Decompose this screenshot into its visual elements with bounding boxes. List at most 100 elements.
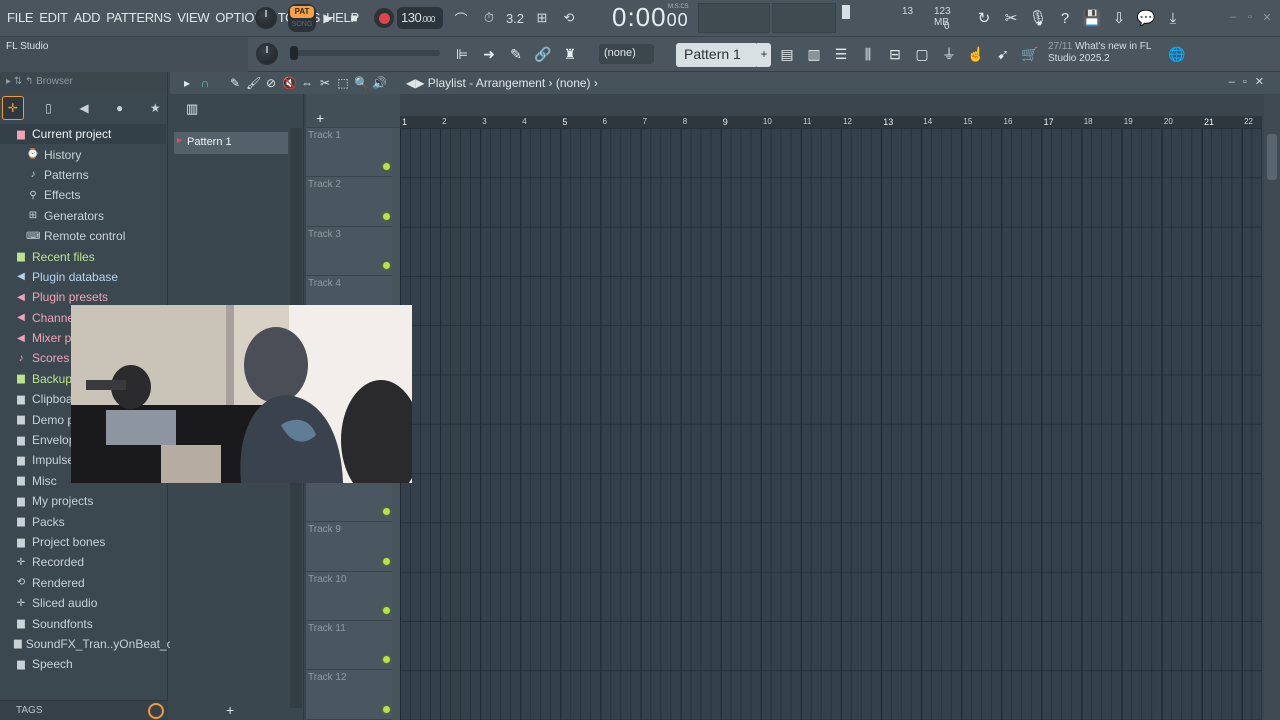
play-button[interactable]: ▶ — [318, 8, 338, 28]
master-pitch-knob[interactable] — [256, 43, 278, 65]
arrangement-grid[interactable] — [400, 128, 1262, 720]
online-tab-icon[interactable]: ● — [109, 96, 131, 120]
help-icon[interactable]: ? — [1053, 5, 1077, 31]
pencil-icon[interactable]: ✎ — [505, 43, 527, 65]
track-header[interactable]: Track 11 — [306, 621, 392, 671]
maximize-icon[interactable]: ▫ — [1243, 11, 1257, 25]
channel-rack-icon[interactable]: ☰ — [830, 43, 852, 65]
browser-item-soundfx-tran-yonbeat-com[interactable]: ▆ SoundFX_Tran..yOnBeat_com — [0, 634, 189, 654]
track-mute-led[interactable] — [383, 656, 390, 664]
slice-tool-icon[interactable]: ✂ — [318, 76, 332, 90]
microphone-icon[interactable]: 🎙 — [1026, 5, 1050, 31]
scroll-thumb[interactable] — [1267, 134, 1277, 180]
export-icon[interactable]: ⇩ — [1107, 5, 1131, 31]
master-volume-knob[interactable] — [255, 7, 277, 29]
track-header[interactable]: Track 12 — [306, 670, 392, 720]
add-picker-button[interactable]: + — [226, 702, 234, 718]
track-header[interactable]: Track 3 — [306, 226, 392, 276]
browser-item-project-bones[interactable]: ▆ Project bones — [0, 532, 166, 552]
playlist-scrollbar[interactable] — [1264, 94, 1280, 720]
step-edit-icon[interactable]: ⊞ — [531, 7, 553, 29]
browser-item-packs[interactable]: ▆ Packs — [0, 511, 166, 531]
news-panel[interactable]: 27/11 What's new in FL Studio 2025.2 — [1048, 41, 1151, 65]
browser-item-speech[interactable]: ▆ Speech — [0, 654, 166, 674]
shop-icon[interactable]: 🛒 — [1019, 43, 1041, 65]
menu-arrow-icon[interactable]: ▸ — [180, 76, 194, 90]
touch-keyboard-icon[interactable]: ☝ — [965, 43, 987, 65]
all-tab-icon[interactable]: ✛ — [2, 96, 24, 120]
menu-edit[interactable]: EDIT — [36, 10, 70, 25]
select-tool-icon[interactable]: ⬚ — [336, 76, 350, 90]
mute-tool-icon[interactable]: 🔇 — [282, 76, 297, 90]
record-button[interactable] — [374, 8, 394, 28]
stamp-icon[interactable]: ♜ — [559, 43, 581, 65]
delete-tool-icon[interactable]: ⊘ — [264, 76, 278, 90]
piano-roll-window-icon[interactable]: ▥ — [803, 43, 825, 65]
draw-tool-icon[interactable]: ✎ — [228, 76, 242, 90]
timeline-ruler[interactable]: 1 2 3 4 5 6 7 8 9 10 11 12 13 14 15 16 17 18 19 20 21 22 — [400, 116, 1262, 128]
playback-tool-icon[interactable]: 🔊 — [372, 76, 387, 90]
cut-icon[interactable]: ✂ — [999, 5, 1023, 31]
tempo-tapper-icon[interactable]: ➹ — [992, 43, 1014, 65]
menu-file[interactable]: FILE — [4, 10, 36, 25]
mixer-icon[interactable]: ⫼ — [857, 43, 879, 65]
browser-item-recorded[interactable]: ✛ Recorded — [0, 552, 166, 572]
wait-for-input-icon[interactable]: ⏱ — [478, 7, 500, 29]
file-tab-icon[interactable]: ▯ — [38, 96, 60, 120]
track-mute-led[interactable] — [383, 212, 390, 220]
minimize-icon[interactable]: – — [1226, 11, 1240, 25]
track-mute-led[interactable] — [383, 606, 390, 614]
chat-icon[interactable]: 💬 — [1134, 5, 1158, 31]
browser-item-generators[interactable]: ⊞ Generators — [0, 206, 166, 226]
track-mute-led[interactable] — [383, 261, 390, 269]
playlist-icon[interactable]: ▤ — [776, 43, 798, 65]
zoom-tool-icon[interactable]: 🔍 — [354, 76, 369, 90]
browser-item-sliced-audio[interactable]: ✛ Sliced audio — [0, 593, 166, 613]
stop-button[interactable]: ■ — [344, 8, 364, 28]
browser-item-my-projects[interactable]: ▆ My projects — [0, 491, 166, 511]
track-header[interactable]: Track 1 — [306, 128, 392, 178]
tempo-field[interactable]: 130.000 — [397, 7, 443, 29]
track-header[interactable]: Track 2 — [306, 177, 392, 227]
metronome-icon[interactable]: ⌒ — [450, 7, 472, 29]
countdown-icon[interactable]: 3.2 — [504, 7, 526, 29]
browser-item-recent-files[interactable]: ▆ Recent files — [0, 246, 166, 266]
project-info-icon[interactable]: ▢ — [911, 43, 933, 65]
pat-song-toggle[interactable]: PAT SONG — [288, 4, 316, 32]
snap-selector[interactable]: (none) — [599, 44, 654, 64]
pattern-item[interactable]: Pattern 1 — [174, 132, 288, 154]
undo-icon[interactable]: ↻ — [972, 5, 996, 31]
arrangement-name[interactable]: (none) — [556, 76, 591, 90]
browser-item-plugin-database[interactable]: ◀ Plugin database — [0, 267, 166, 287]
add-track-button[interactable]: + — [316, 110, 324, 126]
slip-tool-icon[interactable]: ⇔ — [300, 76, 314, 90]
add-pattern-button[interactable]: + — [757, 43, 771, 67]
playlist-window-controls[interactable]: –▫✕ — [1229, 75, 1272, 88]
browser-item-effects[interactable]: ⚲ Effects — [0, 185, 166, 205]
piano-icon[interactable]: ▥ — [170, 94, 303, 124]
arrow-icon[interactable]: ➜ — [478, 43, 500, 65]
menu-add[interactable]: ADD — [71, 10, 104, 25]
track-mute-led[interactable] — [383, 508, 390, 516]
browser-item-patterns[interactable]: ♪ Patterns — [0, 165, 166, 185]
globe-icon[interactable]: 🌐 — [1166, 43, 1188, 65]
plugin-icon[interactable]: ⏚ — [938, 43, 960, 65]
pattern-selector[interactable]: Pattern 1 — [676, 43, 758, 67]
loop-record-icon[interactable]: ⟲ — [558, 7, 580, 29]
track-header[interactable]: Track 9 — [306, 522, 392, 572]
track-mute-led[interactable] — [383, 163, 390, 171]
download-icon[interactable]: ⤓ — [1161, 5, 1185, 31]
menu-view[interactable]: VIEW — [174, 10, 212, 25]
master-volume-slider[interactable] — [290, 46, 440, 60]
browser-item-current-project[interactable]: ▆ Current project — [0, 124, 166, 145]
browser-item-history[interactable]: ⌚ History — [0, 144, 166, 164]
browser-item-soundfonts[interactable]: ▆ Soundfonts — [0, 613, 166, 633]
track-header[interactable]: Track 10 — [306, 571, 392, 621]
close-icon[interactable]: ✕ — [1260, 11, 1274, 25]
piano-roll-icon[interactable]: ⊫ — [451, 43, 473, 65]
favorites-tab-icon[interactable]: ★ — [144, 96, 166, 120]
track-mute-led[interactable] — [383, 705, 390, 713]
song-position-display[interactable]: 0:0000 M:S:CS — [612, 2, 692, 34]
search-icon[interactable] — [148, 703, 164, 719]
browser-item-remote-control[interactable]: ⌨ Remote control — [0, 226, 166, 246]
